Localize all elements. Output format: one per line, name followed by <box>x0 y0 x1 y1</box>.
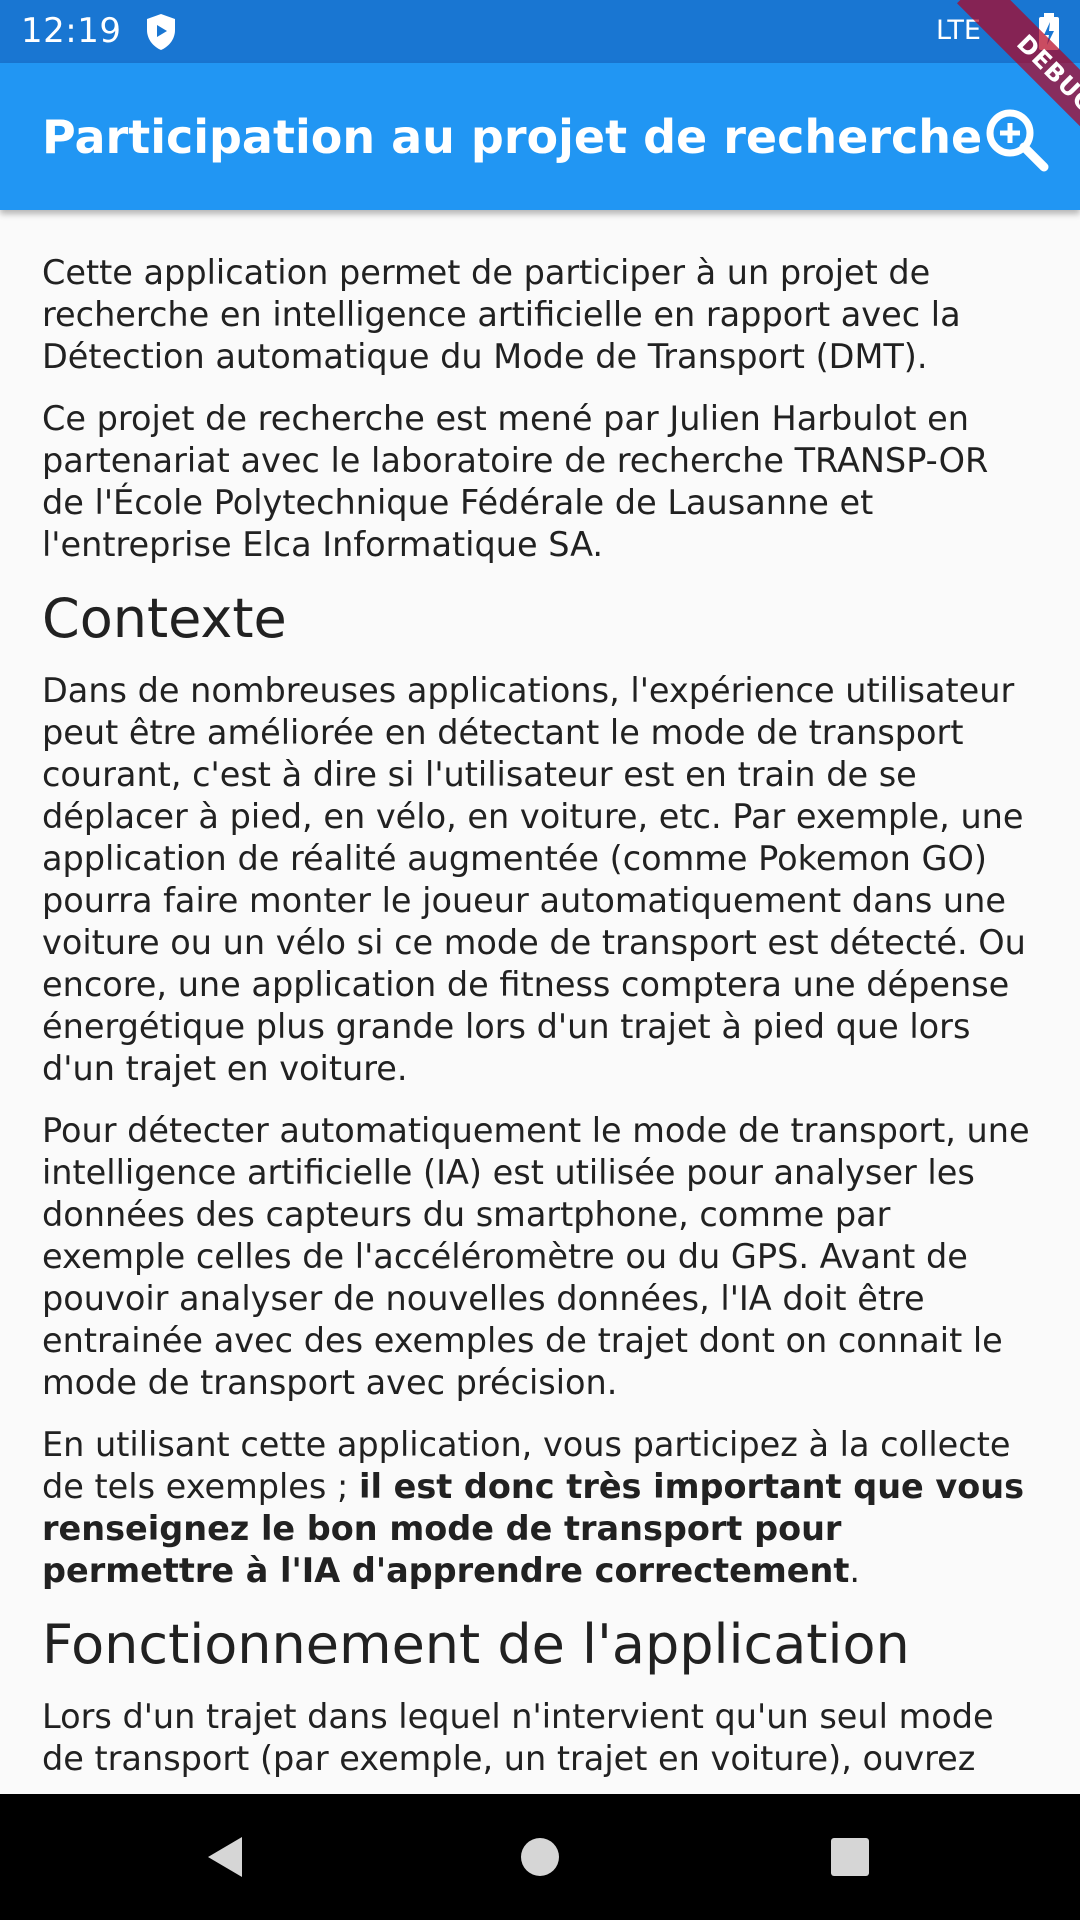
home-icon <box>521 1838 559 1876</box>
page-title: Participation au projet de recherche <box>42 110 983 164</box>
intro-paragraph-2: Ce projet de recherche est mené par Juli… <box>42 399 989 564</box>
recents-icon <box>831 1838 869 1876</box>
context-paragraph-3-end: . <box>849 1551 860 1590</box>
app-bar: Participation au projet de recherche <box>0 63 1080 210</box>
zoom-in-icon <box>986 109 1049 172</box>
content-scroll-area[interactable]: Cette application permet de participer à… <box>42 210 1038 1794</box>
context-paragraph-3: En utilisant cette application, vous par… <box>42 1424 1038 1592</box>
battery-charging-icon <box>1039 13 1059 50</box>
recents-button[interactable] <box>820 1827 880 1887</box>
back-button[interactable] <box>196 1827 256 1887</box>
intro-paragraph-1: Cette application permet de participer à… <box>42 253 961 376</box>
home-button[interactable] <box>510 1827 570 1887</box>
context-paragraph-2: Pour détecter automatiquement le mode de… <box>42 1111 1030 1402</box>
status-time: 12:19 <box>21 11 122 51</box>
back-icon <box>208 1837 242 1877</box>
function-paragraph-1: Lors d'un trajet dans lequel n'intervien… <box>42 1697 994 1778</box>
network-type: LTE <box>936 15 981 46</box>
navigation-bar <box>0 1794 1080 1920</box>
shield-icon <box>147 14 175 50</box>
context-paragraph-1: Dans de nombreuses applications, l'expér… <box>42 671 1026 1088</box>
section-heading-function: Fonctionnement de l'application <box>42 1613 910 1676</box>
status-bar: 12:19 LTE <box>0 0 1080 63</box>
section-heading-context: Contexte <box>42 587 287 650</box>
zoom-in-button[interactable] <box>978 101 1058 181</box>
